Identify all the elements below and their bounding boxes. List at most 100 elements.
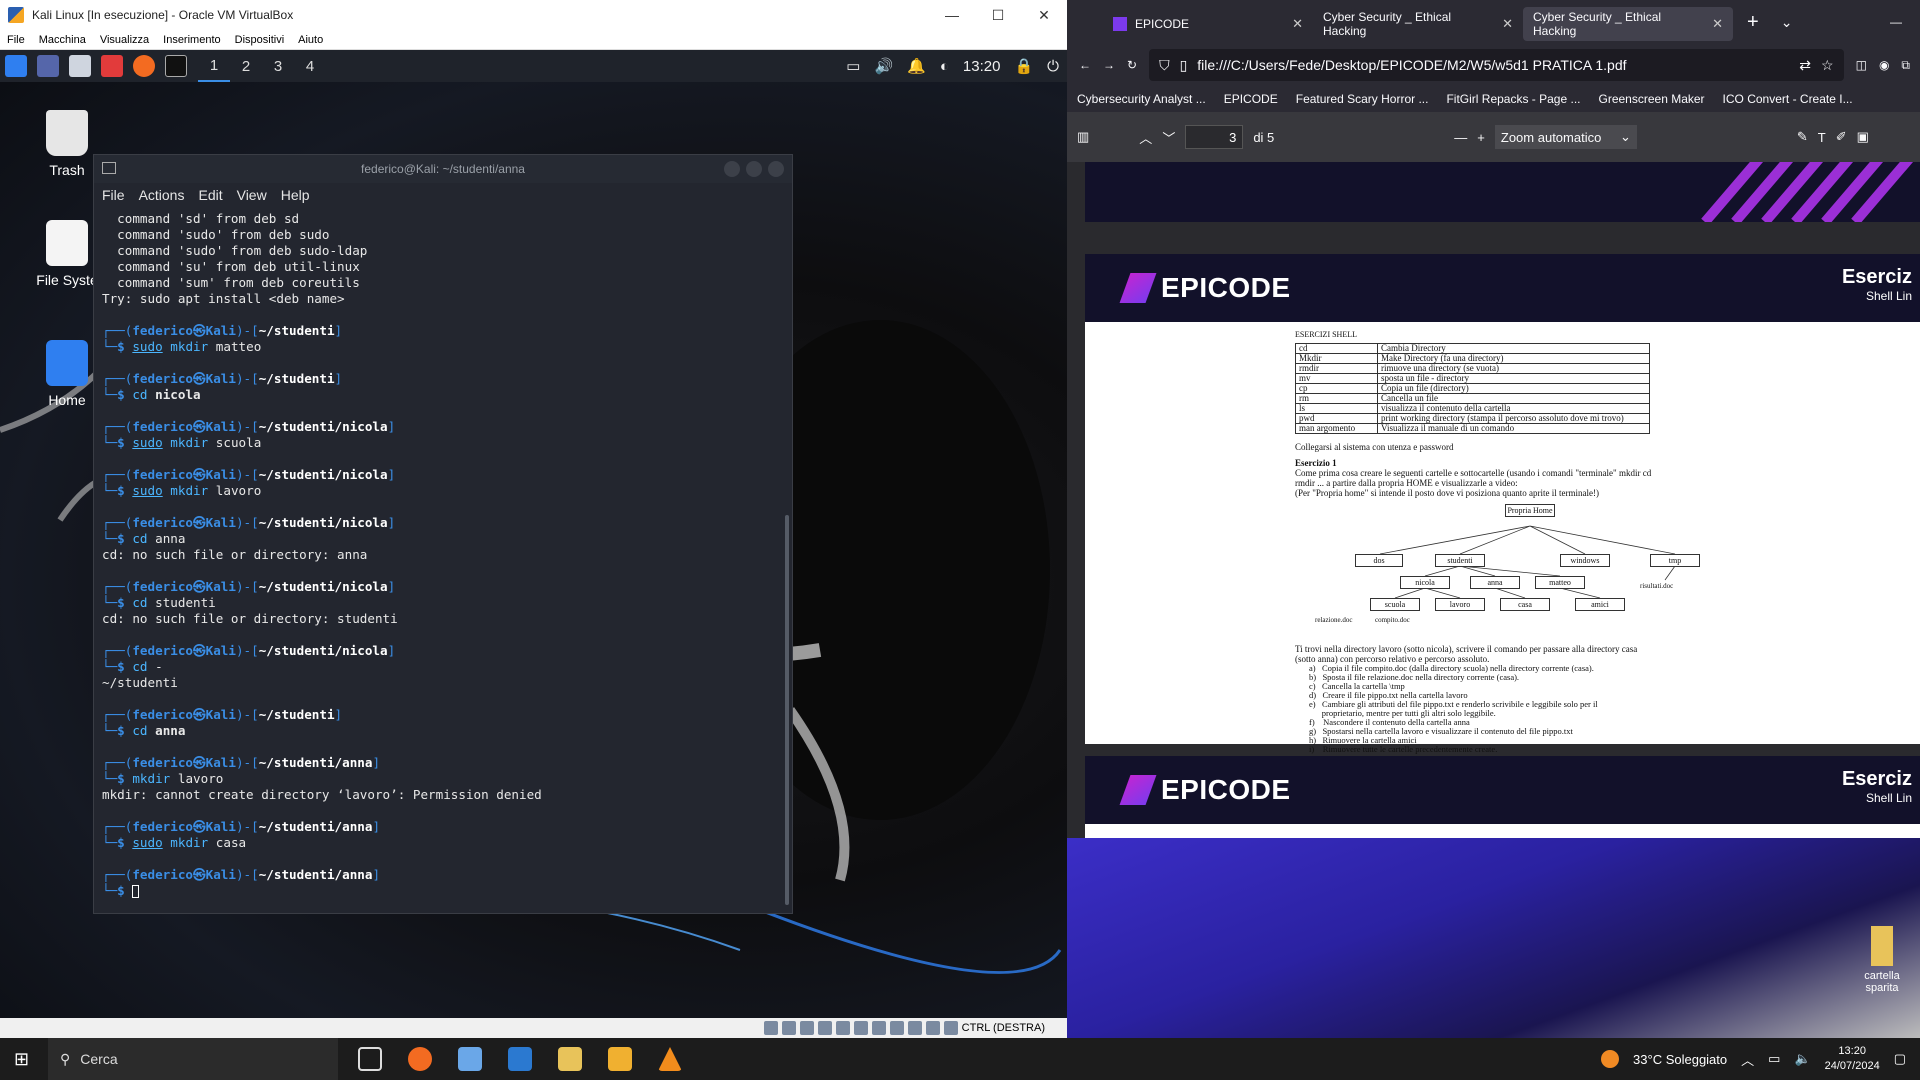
workspace-2[interactable]: 2 <box>230 50 262 82</box>
browser-tab[interactable]: EPICODE ✕ <box>1103 7 1313 41</box>
bookmark-item[interactable]: ICO Convert - Create I... <box>1723 92 1853 106</box>
browser-tab[interactable]: Cyber Security _ Ethical Hacking ✕ <box>1313 7 1523 41</box>
menu-visualizza[interactable]: Visualizza <box>93 34 156 46</box>
draw-icon[interactable]: ✐ <box>1836 129 1847 145</box>
weather-sun-icon[interactable] <box>1601 1050 1620 1068</box>
menu-aiuto[interactable]: Aiuto <box>291 34 330 46</box>
bookmark-item[interactable]: FitGirl Repacks - Page ... <box>1446 92 1580 106</box>
taskbar-search[interactable]: ⚲ Cerca <box>48 1038 338 1080</box>
usb-icon[interactable] <box>835 1021 850 1035</box>
volume-icon[interactable]: 🔊 <box>874 57 893 75</box>
firefox-taskbar-icon[interactable] <box>408 1047 432 1071</box>
cpu-icon[interactable] <box>907 1021 922 1035</box>
task-view-icon[interactable] <box>358 1047 382 1071</box>
forward-arrow-icon[interactable]: → <box>1103 58 1115 72</box>
highlight-icon[interactable]: ✎ <box>1797 129 1808 145</box>
reload-icon[interactable]: ↻ <box>1127 58 1137 72</box>
menu-inserimento[interactable]: Inserimento <box>156 34 227 46</box>
pdf-viewer[interactable]: EPICODE Eserciz Shell Lin ESERCIZI SHELL … <box>1067 162 1920 838</box>
keyboard-icon[interactable] <box>943 1021 958 1035</box>
page-number-input[interactable] <box>1185 125 1244 149</box>
kali-menu-icon[interactable] <box>5 55 27 77</box>
maximize-button[interactable]: ☐ <box>975 0 1021 30</box>
mouse-integration-icon[interactable] <box>925 1021 940 1035</box>
url-bar[interactable]: ⛉ ▯ file:///C:/Users/Fede/Desktop/EPICOD… <box>1149 49 1844 81</box>
menu-file[interactable]: File <box>0 34 32 46</box>
volume-tray-icon[interactable]: 🔈 <box>1794 1051 1810 1067</box>
workspace-1[interactable]: 1 <box>198 50 230 82</box>
terminal-input-line[interactable]: └─$ <box>102 883 784 899</box>
image-icon[interactable]: ▣ <box>1857 129 1869 145</box>
kali-clock[interactable]: 13:20 <box>963 58 1001 75</box>
menu-macchina[interactable]: Macchina <box>32 34 93 46</box>
mail-icon[interactable] <box>508 1047 532 1071</box>
menu-dispositivi[interactable]: Dispositivi <box>228 34 292 46</box>
terminal-menu-actions[interactable]: Actions <box>139 187 185 203</box>
text-tool-icon[interactable]: T <box>1818 130 1826 145</box>
firefox-minimize-button[interactable]: — <box>1890 15 1902 29</box>
terminal-menu-view[interactable]: View <box>237 187 267 203</box>
desktop-shortcut-cartella[interactable]: cartella sparita <box>1847 926 1917 994</box>
terminal-output[interactable]: command 'sd' from deb sd command 'sudo' … <box>94 207 792 907</box>
terminal-window[interactable]: federico@Kali: ~/studenti/anna File Acti… <box>93 154 793 914</box>
display-status-icon[interactable] <box>871 1021 886 1035</box>
bookmark-item[interactable]: Greenscreen Maker <box>1599 92 1705 106</box>
taskbar-clock[interactable]: 13:20 24/07/2024 <box>1825 1044 1880 1074</box>
terminal-icon[interactable] <box>165 55 187 77</box>
bookmark-item[interactable]: Featured Scary Horror ... <box>1296 92 1429 106</box>
terminal-minimize-button[interactable] <box>724 161 740 177</box>
bookmark-item[interactable]: EPICODE <box>1224 92 1278 106</box>
firefox-icon[interactable] <box>133 55 155 77</box>
virtualbox-taskbar-icon[interactable] <box>458 1047 482 1071</box>
bookmark-star-icon[interactable]: ☆ <box>1821 57 1834 74</box>
recording-icon[interactable] <box>889 1021 904 1035</box>
terminal-close-button[interactable] <box>768 161 784 177</box>
new-tab-button[interactable]: + <box>1747 11 1759 34</box>
extensions-icon[interactable]: ⧉ <box>1901 58 1910 73</box>
network-tray-icon[interactable]: ▭ <box>1768 1051 1780 1067</box>
file-manager-icon[interactable] <box>69 55 91 77</box>
translate-icon[interactable]: ⇄ <box>1799 57 1811 74</box>
zoom-in-icon[interactable]: + <box>1477 130 1485 145</box>
notification-bell-icon[interactable]: 🔔 <box>907 57 926 75</box>
account-icon[interactable]: ◉ <box>1879 58 1889 72</box>
sidebar-toggle-icon[interactable]: ▥ <box>1077 129 1089 145</box>
display-icon[interactable]: ▭ <box>846 57 860 75</box>
network-icon[interactable] <box>817 1021 832 1035</box>
terminal-menu-edit[interactable]: Edit <box>198 187 222 203</box>
tab-close-icon[interactable]: ✕ <box>1292 16 1303 32</box>
zoom-select[interactable]: Zoom automatico ⌄ <box>1494 125 1637 149</box>
show-desktop-icon[interactable] <box>37 55 59 77</box>
previous-page-icon[interactable]: ︿ <box>1139 128 1152 147</box>
terminal-titlebar[interactable]: federico@Kali: ~/studenti/anna <box>94 155 792 183</box>
workspace-3[interactable]: 3 <box>262 50 294 82</box>
terminal-menu-help[interactable]: Help <box>281 187 310 203</box>
terminal-maximize-button[interactable] <box>746 161 762 177</box>
tab-close-icon[interactable]: ✕ <box>1502 16 1513 32</box>
browser-tab-active[interactable]: Cyber Security _ Ethical Hacking ✕ <box>1523 7 1733 41</box>
workspace-4[interactable]: 4 <box>294 50 326 82</box>
file-explorer-icon[interactable] <box>558 1047 582 1071</box>
text-editor-icon[interactable] <box>101 55 123 77</box>
audio-icon[interactable] <box>799 1021 814 1035</box>
vlc-icon[interactable] <box>658 1047 682 1071</box>
logout-icon[interactable]: ⏻ <box>1047 58 1059 75</box>
bookmark-item[interactable]: Cybersecurity Analyst ... <box>1077 92 1206 106</box>
pocket-icon[interactable]: ◫ <box>1856 58 1867 72</box>
chevron-up-icon[interactable]: ︿ <box>1741 1050 1754 1069</box>
optical-drive-icon[interactable] <box>781 1021 796 1035</box>
terminal-menu-file[interactable]: File <box>102 187 125 203</box>
next-page-icon[interactable]: ﹀ <box>1162 128 1175 147</box>
windows-start-icon[interactable]: ⊞ <box>14 1049 29 1070</box>
power-manager-icon[interactable]: ◐ <box>940 58 949 75</box>
zoom-out-icon[interactable]: — <box>1454 130 1467 145</box>
shared-folder-icon[interactable] <box>853 1021 868 1035</box>
close-button[interactable]: ✕ <box>1021 0 1067 30</box>
tab-close-icon[interactable]: ✕ <box>1712 16 1723 32</box>
hdd-icon[interactable] <box>763 1021 778 1035</box>
minimize-button[interactable]: — <box>929 0 975 30</box>
back-arrow-icon[interactable]: ← <box>1079 58 1091 72</box>
lock-icon[interactable]: 🔒 <box>1014 57 1033 75</box>
utility-app-icon[interactable] <box>608 1047 632 1071</box>
notification-center-icon[interactable]: ▢ <box>1894 1051 1906 1067</box>
